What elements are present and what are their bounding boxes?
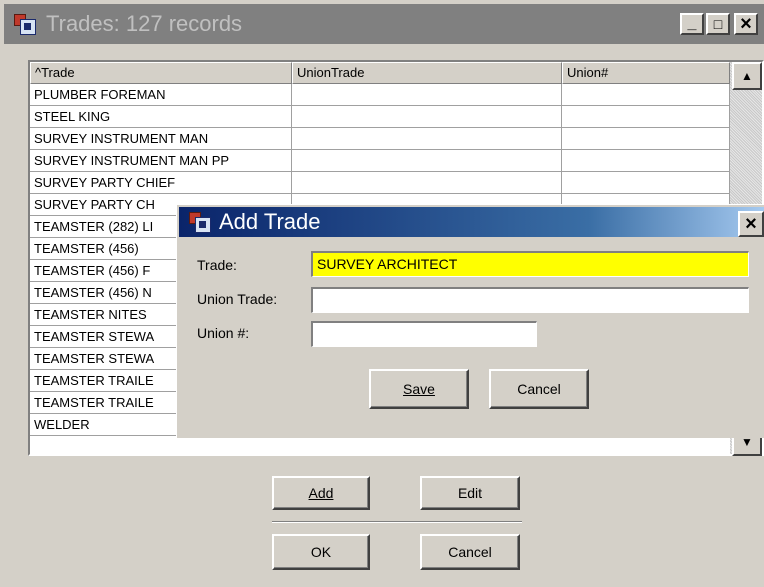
cell-unionnum[interactable] [562,106,730,128]
dialog-cancel-button[interactable]: Cancel [489,369,589,409]
edit-button-label: Edit [457,485,483,501]
dialog-titlebar[interactable]: Add Trade × [179,207,764,237]
close-icon: × [740,13,752,35]
cancel-button[interactable]: Cancel [420,534,520,570]
cell-trade[interactable]: SURVEY PARTY CHIEF [30,172,292,194]
cell-trade[interactable]: STEEL KING [30,106,292,128]
dialog-cancel-button-label: Cancel [517,381,561,397]
table-row[interactable]: SURVEY INSTRUMENT MAN PP [30,150,730,172]
cell-uniontrade[interactable] [292,84,562,106]
union-trade-label: Union Trade: [197,291,278,307]
edit-button[interactable]: Edit [420,476,520,510]
add-trade-dialog: Add Trade × Trade: SURVEY ARCHITECT Unio… [176,204,764,438]
union-trade-field[interactable] [311,287,749,313]
union-num-field[interactable] [311,321,537,347]
maximize-button[interactable]: □ [706,13,730,35]
app-icon [12,11,38,37]
table-row[interactable]: STEEL KING [30,106,730,128]
column-header-trade[interactable]: ^Trade [30,62,292,84]
table-row[interactable]: SURVEY INSTRUMENT MAN [30,128,730,150]
button-separator-highlight [272,522,522,523]
close-button[interactable]: × [734,13,758,35]
cell-unionnum[interactable] [562,172,730,194]
trade-label: Trade: [197,257,237,273]
scroll-up-button[interactable]: ▲ [732,62,762,90]
cell-unionnum[interactable] [562,84,730,106]
column-header-uniontrade[interactable]: UnionTrade [292,62,562,84]
minimize-icon: _ [687,15,697,32]
cell-unionnum[interactable] [562,128,730,150]
cancel-button-label: Cancel [448,544,492,560]
table-row[interactable]: SURVEY PARTY CHIEF [30,172,730,194]
table-row[interactable]: PLUMBER FOREMAN [30,84,730,106]
cell-uniontrade[interactable] [292,172,562,194]
save-button-label: Save [403,381,435,397]
save-button[interactable]: Save [369,369,469,409]
minimize-button[interactable]: _ [680,13,704,35]
grid-header: ^Trade UnionTrade Union# [30,62,730,84]
cell-uniontrade[interactable] [292,150,562,172]
add-button-label: Add [308,485,334,501]
dialog-title: Add Trade [219,209,321,234]
cell-uniontrade[interactable] [292,128,562,150]
cell-trade[interactable]: SURVEY INSTRUMENT MAN [30,128,292,150]
window-title: Trades: 127 records [46,11,243,36]
cell-trade[interactable]: PLUMBER FOREMAN [30,84,292,106]
scroll-up-icon: ▲ [741,69,753,83]
cell-uniontrade[interactable] [292,106,562,128]
close-icon: × [745,213,757,235]
add-button[interactable]: Add [272,476,370,510]
ok-button[interactable]: OK [272,534,370,570]
dialog-app-icon [187,209,213,235]
window-titlebar[interactable]: Trades: 127 records [4,4,764,44]
maximize-icon: □ [713,16,723,32]
dialog-close-button[interactable]: × [738,211,764,237]
column-header-unionnum[interactable]: Union# [562,62,730,84]
union-num-label: Union #: [197,325,250,341]
trade-field[interactable]: SURVEY ARCHITECT [311,251,749,277]
cell-trade[interactable]: SURVEY INSTRUMENT MAN PP [30,150,292,172]
ok-button-label: OK [310,544,332,560]
cell-unionnum[interactable] [562,150,730,172]
